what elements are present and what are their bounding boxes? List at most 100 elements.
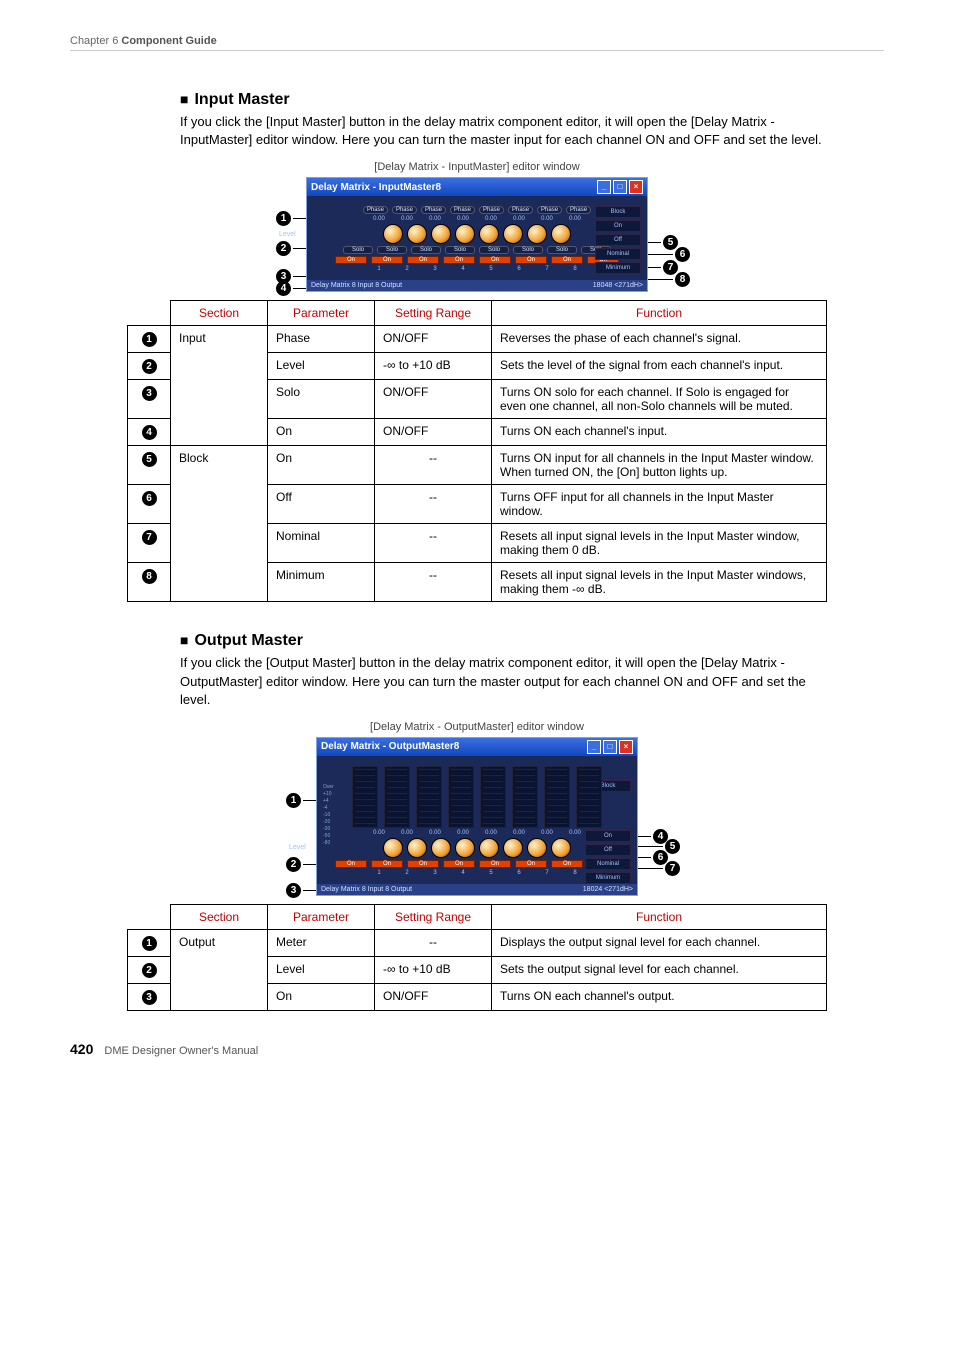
phase-button[interactable]: Phase: [450, 206, 475, 214]
block-minimum-button[interactable]: Minimum: [595, 262, 641, 274]
output-master-body: If you click the [Output Master] button …: [180, 654, 834, 709]
parameter-table-input: Section Parameter Setting Range Function…: [127, 300, 827, 602]
input-master-body: If you click the [Input Master] button i…: [180, 113, 834, 149]
window-titlebar[interactable]: Delay Matrix - InputMaster8 _□×: [307, 178, 647, 196]
heading-text: Output Master: [194, 632, 302, 649]
level-knob[interactable]: [479, 224, 499, 244]
phase-button[interactable]: Phase: [537, 206, 562, 214]
knob-row: Level: [315, 224, 639, 244]
marker-5: 5: [142, 452, 157, 467]
col-range: Setting Range: [375, 904, 492, 929]
solo-button[interactable]: Solo: [343, 246, 373, 254]
window-statusbar: Delay Matrix 8 Input 8 Output 18048 <271…: [307, 280, 647, 291]
page-footer: 420 DME Designer Owner's Manual: [70, 1041, 884, 1057]
marker-7: 7: [665, 861, 680, 876]
marker-2: 2: [142, 963, 157, 978]
block-minimum-button[interactable]: Minimum: [585, 872, 631, 884]
value-row: 0.00 0.00 0.00 0.00 0.00 0.00 0.00 0.00: [315, 216, 639, 222]
knob-row: Level: [325, 838, 629, 858]
chapter-title: Component Guide: [121, 35, 216, 47]
marker-4: 4: [276, 281, 291, 296]
editor-window-output: Delay Matrix - OutputMaster8 _□× Over+10…: [316, 737, 638, 896]
on-row: On On On On On On On On: [325, 860, 629, 868]
status-right: 18048 <271dH>: [593, 282, 643, 289]
page-number: 420: [70, 1041, 93, 1057]
meter-row: [325, 766, 629, 828]
level-knob[interactable]: [527, 224, 547, 244]
level-knob[interactable]: [383, 838, 403, 858]
minimize-icon[interactable]: _: [597, 180, 611, 194]
editor-window-input: Delay Matrix - InputMaster8 _□× Block On…: [306, 177, 648, 292]
col-function: Function: [492, 904, 827, 929]
value-row: 0.00 0.00 0.00 0.00 0.00 0.00 0.00 0.00: [325, 830, 629, 836]
col-function: Function: [492, 301, 827, 326]
cell-function: Displays the output signal level for eac…: [492, 929, 827, 956]
marker-1: 1: [142, 936, 157, 951]
phase-button[interactable]: Phase: [392, 206, 417, 214]
chapter-prefix: Chapter 6: [70, 35, 121, 47]
phase-row: Phase Phase Phase Phase Phase Phase Phas…: [315, 206, 639, 214]
phase-button[interactable]: Phase: [421, 206, 446, 214]
phase-button[interactable]: Phase: [566, 206, 591, 214]
input-master-heading: ■ Input Master: [180, 91, 884, 109]
col-parameter: Parameter: [268, 301, 375, 326]
col-section: Section: [171, 301, 268, 326]
marker-1: 1: [142, 332, 157, 347]
on-row: On On On On On On On On: [315, 256, 639, 264]
bullet-square: ■: [180, 91, 188, 107]
cell-function: Reverses the phase of each channel's sig…: [492, 326, 827, 353]
level-label: Level: [289, 844, 306, 851]
figure-caption-input: [Delay Matrix - InputMaster] editor wind…: [70, 161, 884, 173]
marker-4: 4: [142, 425, 157, 440]
chapter-heading: Chapter 6 Component Guide: [70, 35, 884, 51]
window-buttons: _□×: [585, 740, 633, 754]
status-right: 18024 <271dH>: [583, 886, 633, 893]
phase-button[interactable]: Phase: [508, 206, 533, 214]
window-title: Delay Matrix - InputMaster8: [311, 182, 441, 193]
marker-2: 2: [142, 359, 157, 374]
minimize-icon[interactable]: _: [587, 740, 601, 754]
cell-section: Output: [171, 929, 268, 1010]
level-knob[interactable]: [383, 224, 403, 244]
cell-range: ON/OFF: [375, 326, 492, 353]
close-icon[interactable]: ×: [629, 180, 643, 194]
marker-3: 3: [142, 386, 157, 401]
cell-range: --: [375, 929, 492, 956]
marker-2: 2: [286, 857, 301, 872]
marker-7: 7: [142, 530, 157, 545]
level-knob[interactable]: [551, 224, 571, 244]
window-titlebar[interactable]: Delay Matrix - OutputMaster8 _□×: [317, 738, 637, 756]
level-label: Level: [279, 231, 296, 238]
col-range: Setting Range: [375, 301, 492, 326]
block-title: Block: [595, 206, 641, 218]
maximize-icon[interactable]: □: [603, 740, 617, 754]
level-knob[interactable]: [503, 224, 523, 244]
phase-button[interactable]: Phase: [479, 206, 504, 214]
maximize-icon[interactable]: □: [613, 180, 627, 194]
block-nominal-button[interactable]: Nominal: [585, 858, 631, 870]
close-icon[interactable]: ×: [619, 740, 633, 754]
solo-row: Solo Solo Solo Solo Solo Solo Solo Solo: [315, 246, 639, 254]
marker-3: 3: [286, 883, 301, 898]
on-button[interactable]: On: [335, 860, 367, 868]
marker-8: 8: [142, 569, 157, 584]
marker-8: 8: [675, 272, 690, 287]
parameter-table-output: Section Parameter Setting Range Function…: [127, 904, 827, 1011]
heading-text: Input Master: [194, 91, 289, 108]
bullet-square: ■: [180, 632, 188, 648]
level-value: 0.00: [367, 216, 391, 222]
status-left: Delay Matrix 8 Input 8 Output: [311, 282, 402, 289]
col-section: Section: [171, 904, 268, 929]
cell-parameter: Meter: [268, 929, 375, 956]
level-knob[interactable]: [431, 224, 451, 244]
level-knob[interactable]: [455, 224, 475, 244]
cell-parameter: Phase: [268, 326, 375, 353]
window-title: Delay Matrix - OutputMaster8: [321, 741, 459, 752]
status-left: Delay Matrix 8 Input 8 Output: [321, 886, 412, 893]
phase-button[interactable]: Phase: [363, 206, 388, 214]
marker-3: 3: [142, 990, 157, 1005]
block-nominal-button[interactable]: Nominal: [595, 248, 641, 260]
level-knob[interactable]: [407, 224, 427, 244]
on-button[interactable]: On: [335, 256, 367, 264]
chnum-row: 12345678: [315, 266, 639, 272]
